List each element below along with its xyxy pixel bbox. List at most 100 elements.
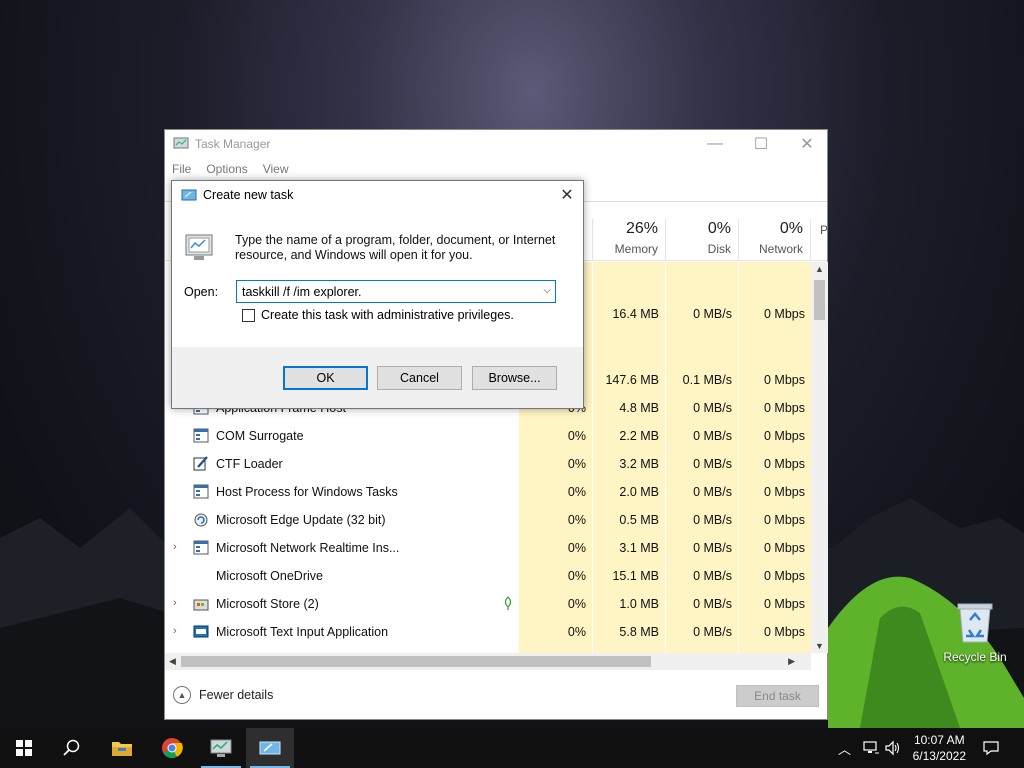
menu-file[interactable]: File <box>172 162 191 176</box>
run-dialog-icon <box>259 741 281 755</box>
chevron-down-icon[interactable]: ⌵ <box>543 285 551 296</box>
open-input[interactable] <box>237 281 527 302</box>
memory-cell: 15.1 MB <box>612 569 659 583</box>
memory-label: Memory <box>614 242 658 256</box>
table-row[interactable]: › Microsoft Network Realtime Ins... 0% 3.1 … <box>165 534 811 562</box>
end-task-button[interactable]: End task <box>736 685 819 707</box>
admin-privileges-checkbox[interactable]: Create this task with administrative pri… <box>242 308 514 322</box>
cancel-button[interactable]: Cancel <box>377 366 462 390</box>
memory-cell: 16.4 MB <box>612 307 659 321</box>
disk-percent: 0% <box>707 220 731 237</box>
table-row[interactable]: Host Process for Windows Tasks 0% 2.0 MB 0 … <box>165 478 811 506</box>
search-icon <box>63 739 80 756</box>
process-name: Microsoft Edge Update (32 bit) <box>216 513 386 527</box>
task-manager-icon <box>210 739 232 757</box>
cpu-cell: 0% <box>567 513 586 527</box>
close-button[interactable]: ✕ <box>784 130 830 158</box>
expand-chevron-icon[interactable]: › <box>173 625 177 637</box>
scroll-up-icon[interactable]: ▲ <box>815 264 824 274</box>
process-name: COM Surrogate <box>216 429 304 443</box>
disk-cell: 0 MB/s <box>693 541 732 555</box>
browse-button[interactable]: Browse... <box>472 366 557 390</box>
system-clock[interactable]: 10:07 AM 6/13/2022 <box>913 732 966 764</box>
expand-chevron-icon[interactable]: › <box>173 597 177 609</box>
vertical-scroll-thumb[interactable] <box>814 280 825 320</box>
menu-view[interactable]: View <box>263 162 289 176</box>
network-cell: 0 Mbps <box>764 401 805 415</box>
menu-options[interactable]: Options <box>206 162 247 176</box>
process-name: Microsoft OneDrive <box>216 569 323 583</box>
dialog-close-button[interactable]: ✕ <box>551 181 583 209</box>
network-cell: 0 Mbps <box>764 485 805 499</box>
checkbox-box[interactable] <box>242 308 255 322</box>
memory-cell: 2.0 MB <box>619 485 659 499</box>
volume-tray-button[interactable] <box>884 728 902 768</box>
process-name: Microsoft Network Realtime Ins... <box>216 541 400 555</box>
chrome-icon <box>162 738 183 759</box>
network-cell: 0 Mbps <box>764 429 805 443</box>
table-row[interactable]: Microsoft OneDrive 0% 15.1 MB 0 MB/s 0 Mbps <box>165 562 811 590</box>
disk-cell: 0 MB/s <box>693 307 732 321</box>
cpu-cell: 0% <box>567 569 586 583</box>
taskbar: ︿ 10:07 AM 6/13/2022 <box>0 728 1024 768</box>
clock-time: 10:07 AM <box>913 733 965 747</box>
memory-cell: 3.1 MB <box>619 541 659 555</box>
notification-icon <box>983 741 999 756</box>
scroll-right-icon[interactable]: ▶ <box>788 656 795 667</box>
run-icon <box>181 189 197 201</box>
run-program-icon <box>185 234 213 260</box>
search-button[interactable] <box>48 728 96 768</box>
recycle-bin-icon <box>956 600 994 644</box>
task-manager-taskbar-button[interactable] <box>197 728 245 768</box>
cpu-cell: 0% <box>567 429 586 443</box>
run-dialog-taskbar-button[interactable] <box>246 728 294 768</box>
column-header-network[interactable]: 0% Network <box>739 219 811 261</box>
ok-button[interactable]: OK <box>283 366 368 390</box>
expand-chevron-icon[interactable]: › <box>173 541 177 553</box>
disk-label: Disk <box>707 242 731 256</box>
memory-cell: 3.2 MB <box>619 457 659 471</box>
open-combobox[interactable]: ⌵ <box>236 280 556 303</box>
dialog-titlebar[interactable]: Create new task <box>172 181 583 209</box>
task-manager-icon <box>173 137 189 149</box>
network-cell: 0 Mbps <box>764 307 805 321</box>
process-name: Microsoft Text Input Application <box>216 625 389 639</box>
table-row[interactable]: › Microsoft Store (2) 0% 1.0 MB 0 MB/s 0 Mbps <box>165 590 811 618</box>
update-icon <box>193 512 209 527</box>
horizontal-scroll-thumb[interactable] <box>181 656 651 667</box>
scroll-left-icon[interactable]: ◀ <box>169 656 176 667</box>
chrome-button[interactable] <box>148 728 196 768</box>
table-row[interactable]: Microsoft Edge Update (32 bit) 0% 0.5 MB 0 … <box>165 506 811 534</box>
show-hidden-icons-button[interactable]: ︿ <box>838 728 851 768</box>
file-explorer-icon <box>112 742 132 756</box>
table-row[interactable]: › Microsoft Text Input Application 0% 5.8 M… <box>165 618 811 646</box>
menu-bar: File Options View <box>165 158 827 180</box>
network-cell: 0 Mbps <box>764 373 805 387</box>
maximize-button[interactable]: ☐ <box>738 130 784 158</box>
disk-cell: 0 MB/s <box>693 513 732 527</box>
cpu-cell: 0% <box>567 597 586 611</box>
network-tray-button[interactable] <box>862 728 880 768</box>
cpu-cell: 0% <box>567 485 586 499</box>
app-window-icon <box>193 428 209 443</box>
network-cell: 0 Mbps <box>764 625 805 639</box>
minimize-button[interactable]: — <box>692 130 738 158</box>
scroll-down-icon[interactable]: ▼ <box>815 641 824 651</box>
memory-cell: 147.6 MB <box>605 373 659 387</box>
start-button[interactable] <box>0 728 48 768</box>
column-header-power[interactable]: P <box>811 219 829 261</box>
recycle-bin-shortcut[interactable]: Recycle Bin <box>940 600 1010 664</box>
action-center-button[interactable] <box>982 728 1000 768</box>
memory-cell: 2.2 MB <box>619 429 659 443</box>
table-row[interactable]: CTF Loader 0% 3.2 MB 0 MB/s 0 Mbps <box>165 450 811 478</box>
memory-cell: 4.8 MB <box>619 401 659 415</box>
column-header-memory[interactable]: 26% Memory <box>593 219 666 261</box>
fewer-details-button[interactable]: ▲ Fewer details <box>173 686 273 704</box>
memory-cell: 0.5 MB <box>619 513 659 527</box>
table-row[interactable]: COM Surrogate 0% 2.2 MB 0 MB/s 0 Mbps <box>165 422 811 450</box>
horizontal-scrollbar[interactable]: ◀ ▶ <box>165 653 811 670</box>
chevron-up-icon: ▲ <box>173 686 191 704</box>
column-header-disk[interactable]: 0% Disk <box>666 219 739 261</box>
file-explorer-button[interactable] <box>98 728 146 768</box>
vertical-scrollbar[interactable]: ▲ ▼ <box>811 262 828 653</box>
